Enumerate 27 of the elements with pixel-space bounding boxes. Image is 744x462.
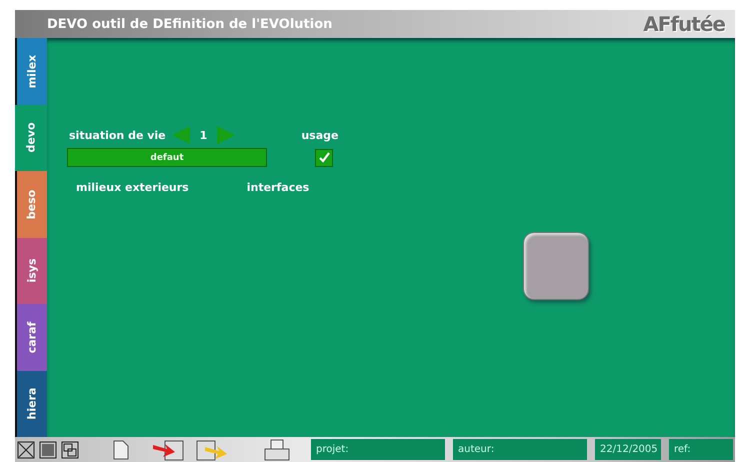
situation-label: situation de vie [69, 128, 166, 142]
status-field[interactable]: 22/12/2005 [595, 439, 661, 460]
situation-number: 1 [200, 128, 208, 142]
side-tab[interactable]: beso [15, 171, 47, 238]
printer-icon[interactable] [263, 438, 291, 460]
side-tab[interactable]: caraf [15, 304, 47, 370]
export-icon[interactable] [195, 438, 229, 460]
square-button[interactable] [523, 232, 589, 300]
usage-label: usage [301, 128, 338, 142]
side-tab[interactable]: isys [15, 238, 47, 304]
side-tab[interactable]: hiera [15, 370, 47, 437]
usage-checkbox[interactable] [315, 148, 333, 166]
import-icon[interactable] [151, 438, 185, 460]
window-icon[interactable] [39, 440, 57, 458]
side-tab[interactable]: milex [15, 38, 47, 104]
windows-icon[interactable] [61, 440, 79, 458]
status-field[interactable]: auteur: [453, 439, 587, 460]
section-label[interactable]: interfaces [246, 181, 310, 194]
section-label[interactable]: milieux exterieurs [76, 181, 189, 194]
status-field[interactable]: ref: [669, 439, 733, 460]
situation-name-field[interactable]: defaut [67, 148, 267, 167]
status-field[interactable]: projet: [311, 439, 445, 460]
check-icon [318, 152, 330, 163]
close-icon[interactable] [17, 440, 35, 458]
new-document-icon[interactable] [113, 440, 129, 460]
window-title: DEVO outil de DEfinition de l'EVOlution [47, 16, 332, 32]
logo: AFfutée [643, 12, 725, 36]
